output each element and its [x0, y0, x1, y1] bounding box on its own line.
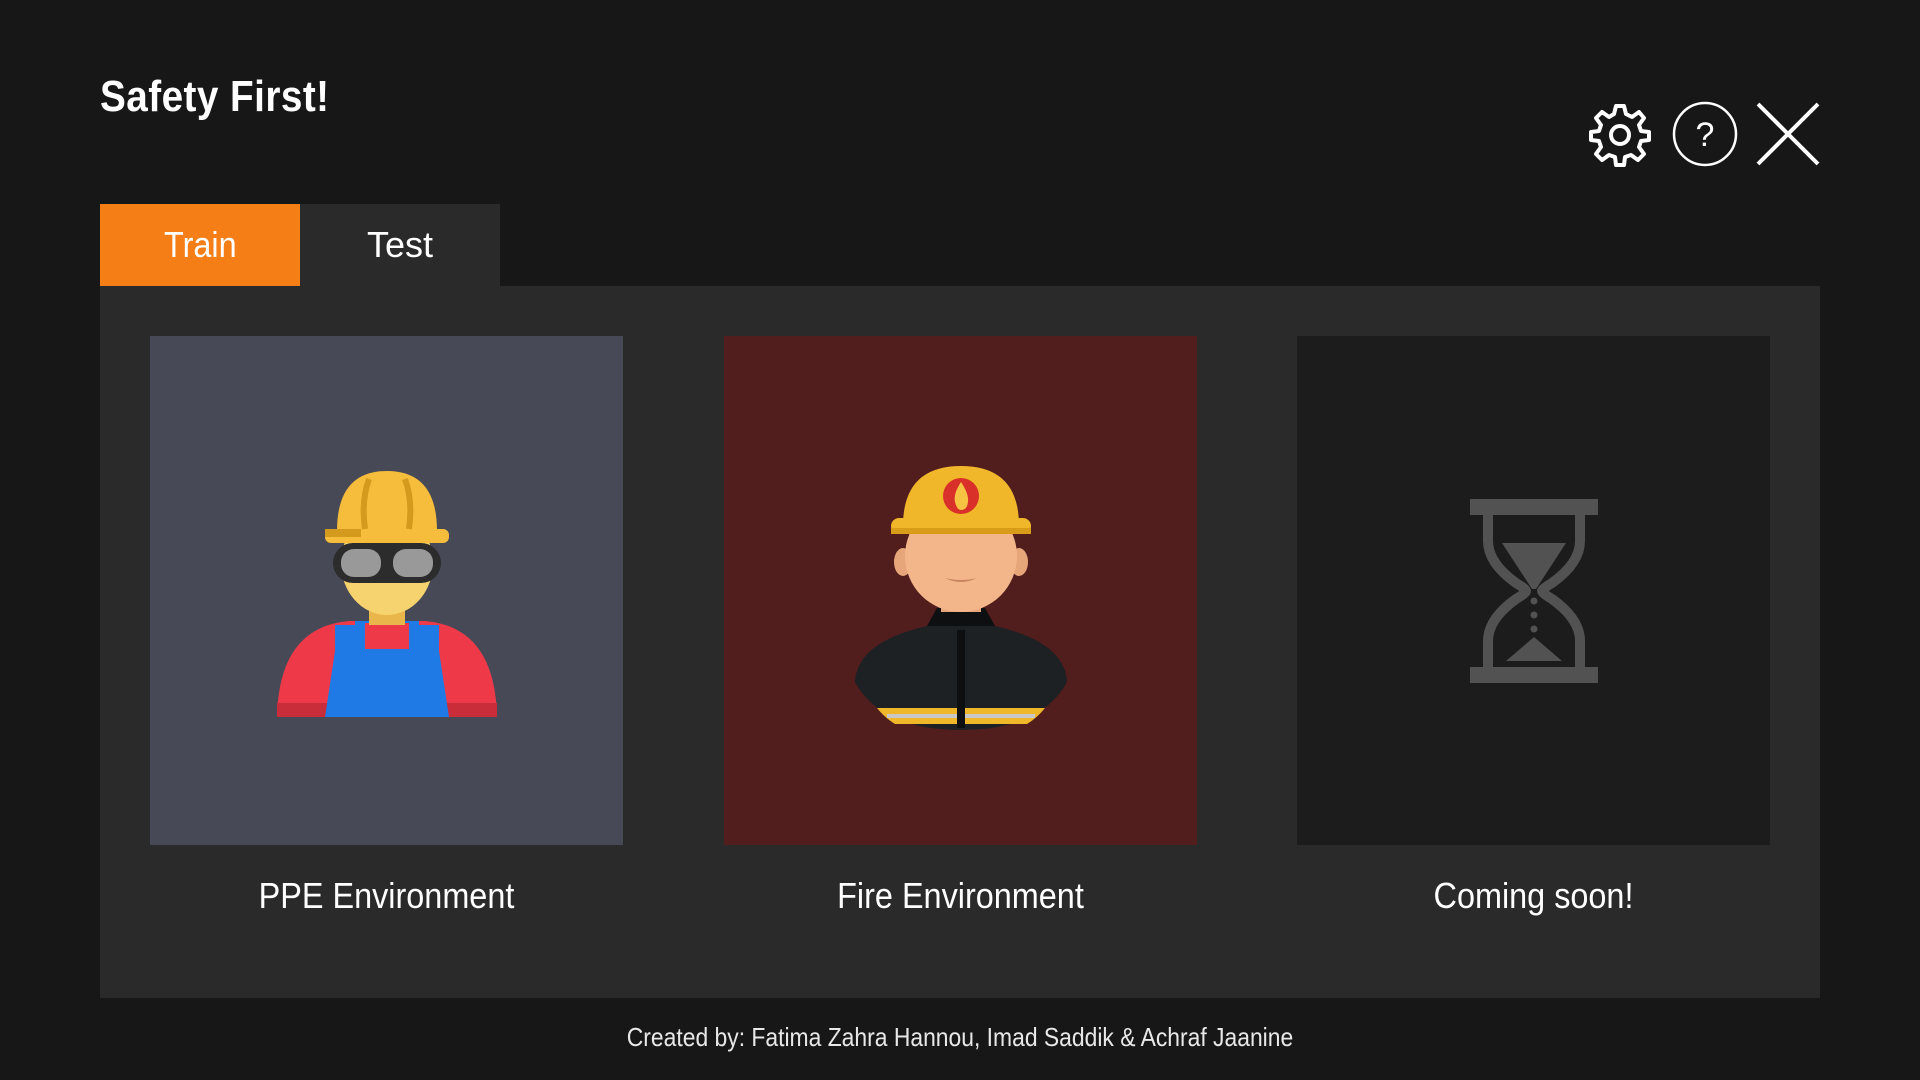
- top-toolbar: ?: [1586, 100, 1822, 168]
- settings-button[interactable]: [1586, 100, 1654, 168]
- construction-worker-icon: [276, 470, 497, 717]
- close-button[interactable]: [1754, 100, 1822, 168]
- hourglass-icon: [1469, 498, 1598, 683]
- close-icon: [1756, 102, 1820, 166]
- tab-train[interactable]: Train: [100, 204, 300, 286]
- fire-environment-card[interactable]: Fire Environment: [724, 336, 1197, 917]
- app-title: Safety First!: [100, 72, 330, 121]
- coming-soon-image[interactable]: [1297, 336, 1770, 845]
- tab-train-label: Train: [163, 224, 237, 265]
- firefighter-icon: [854, 465, 1067, 730]
- coming-soon-label: Coming soon!: [1433, 875, 1634, 916]
- environment-panel: PPE Environment Fire Environment Coming …: [100, 286, 1820, 998]
- svg-text:?: ?: [1696, 116, 1715, 154]
- coming-soon-card[interactable]: Coming soon!: [1297, 336, 1770, 917]
- mode-tabs: Train Test: [100, 204, 500, 286]
- help-icon: ?: [1672, 101, 1738, 167]
- gear-icon: [1589, 104, 1651, 167]
- ppe-environment-label: PPE Environment: [258, 875, 515, 916]
- main-menu-screen: Safety First! ? Train Test PPE Environme…: [0, 0, 1920, 1080]
- ppe-environment-card[interactable]: PPE Environment: [150, 336, 623, 917]
- ppe-environment-image[interactable]: [150, 336, 623, 845]
- tab-test[interactable]: Test: [300, 204, 500, 286]
- fire-environment-label: Fire Environment: [837, 875, 1084, 916]
- fire-environment-image[interactable]: [724, 336, 1197, 845]
- help-button[interactable]: ?: [1671, 100, 1739, 168]
- credits-footer: Created by: Fatima Zahra Hannou, Imad Sa…: [626, 1022, 1294, 1052]
- tab-test-label: Test: [366, 224, 434, 265]
